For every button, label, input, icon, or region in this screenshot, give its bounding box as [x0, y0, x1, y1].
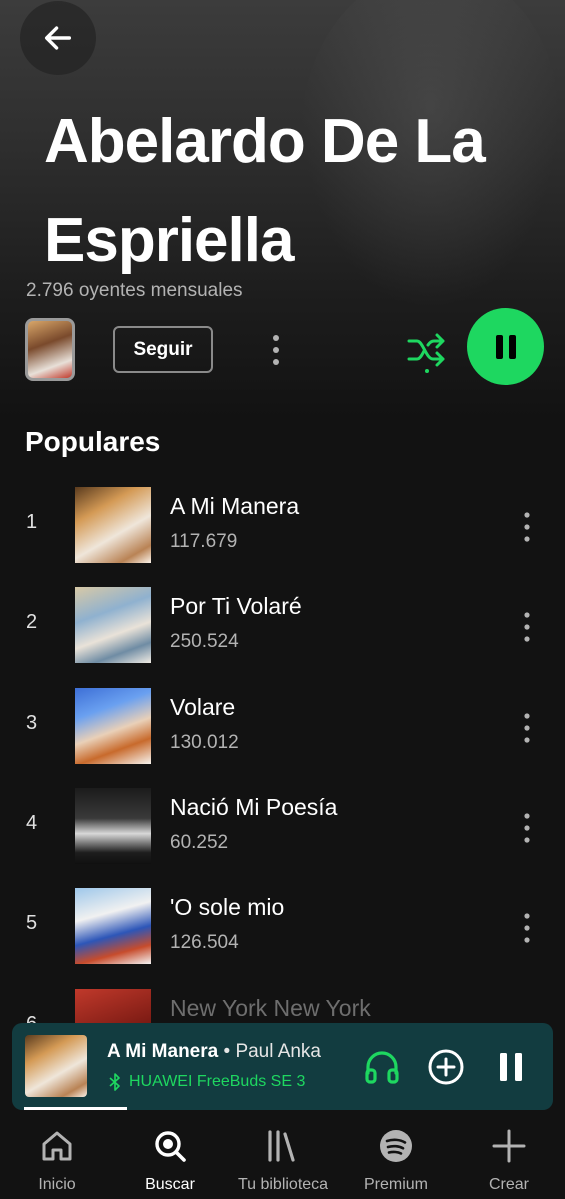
track-more-icon[interactable] [515, 507, 539, 547]
track-title: New York New York [170, 995, 371, 1021]
bluetooth-icon [109, 1073, 120, 1091]
tab-search-label: Buscar [145, 1176, 195, 1193]
track-plays: 250.524 [170, 631, 239, 652]
now-playing-title: A Mi Manera • Paul Anka [107, 1041, 321, 1063]
tab-premium[interactable]: Premium [341, 1120, 451, 1199]
now-playing-song: A Mi Manera [107, 1041, 219, 1062]
tab-create[interactable]: Crear [454, 1120, 564, 1199]
track-plays: 130.012 [170, 732, 239, 753]
album-cover [75, 888, 151, 964]
track-rank: 4 [26, 812, 38, 834]
track-plays: 126.504 [170, 932, 239, 953]
playback-progress-bar[interactable] [24, 1107, 128, 1110]
back-button[interactable] [20, 1, 96, 75]
track-row[interactable]: 3 Volare 130.012 [0, 688, 565, 768]
album-cover [75, 688, 151, 764]
popular-section-title: Populares [25, 426, 161, 457]
tab-home[interactable]: Inicio [2, 1120, 112, 1199]
track-title: 'O sole mio [170, 894, 285, 920]
mini-pause-icon[interactable] [492, 1048, 530, 1086]
search-icon [155, 1131, 186, 1162]
track-title: Por Ti Volaré [170, 593, 302, 619]
track-row[interactable]: 4 Nació Mi Poesía 60.252 [0, 788, 565, 868]
more-options-icon[interactable] [264, 330, 288, 370]
output-device[interactable]: HUAWEI FreeBuds SE 3 [109, 1073, 305, 1091]
artist-release-thumbnail[interactable] [25, 318, 75, 381]
headphones-icon[interactable] [362, 1047, 402, 1087]
tab-library-label: Tu biblioteca [237, 1176, 329, 1193]
tab-home-label: Inicio [38, 1176, 76, 1193]
bottom-navigation: Inicio Buscar Tu biblioteca Premium Crea… [0, 1120, 565, 1199]
now-playing-separator: • [218, 1041, 236, 1062]
track-rank: 5 [26, 912, 38, 934]
follow-button[interactable]: Seguir [113, 326, 213, 373]
track-row[interactable]: 2 Por Ti Volaré 250.524 [0, 587, 565, 667]
shuffle-icon[interactable] [404, 327, 450, 373]
track-more-icon[interactable] [515, 607, 539, 647]
track-title: A Mi Manera [170, 493, 300, 519]
tab-library[interactable]: Tu biblioteca [228, 1120, 338, 1199]
track-title: Volare [170, 694, 236, 720]
add-to-library-icon[interactable] [427, 1048, 465, 1086]
album-cover [75, 788, 151, 864]
track-plays: 60.252 [170, 832, 229, 853]
monthly-listeners: 2.796 oyentes mensuales [26, 280, 243, 301]
arrow-left-icon [44, 26, 72, 50]
tab-premium-label: Premium [363, 1176, 428, 1193]
now-playing-cover [25, 1035, 87, 1097]
home-icon [42, 1131, 72, 1161]
tab-create-label: Crear [488, 1176, 529, 1193]
library-icon [268, 1130, 295, 1162]
track-more-icon[interactable] [515, 808, 539, 848]
track-plays: 117.679 [170, 531, 238, 552]
track-rank: 3 [26, 712, 38, 734]
track-row[interactable]: 5 'O sole mio 126.504 [0, 888, 565, 968]
track-more-icon[interactable] [515, 708, 539, 748]
output-device-name: HUAWEI FreeBuds SE 3 [129, 1073, 306, 1090]
album-cover [75, 587, 151, 663]
track-title: Nació Mi Poesía [170, 794, 338, 820]
plus-icon [492, 1129, 526, 1163]
spotify-icon [380, 1130, 412, 1162]
pause-button[interactable] [467, 308, 544, 385]
track-row[interactable]: 1 A Mi Manera 117.679 [0, 487, 565, 567]
now-playing-artist: Paul Anka [235, 1041, 322, 1062]
tab-search[interactable]: Buscar [115, 1120, 225, 1199]
artist-name: Abelardo De La Espriella [44, 107, 486, 276]
mini-player[interactable]: A Mi Manera • Paul Anka HUAWEI FreeBuds … [12, 1023, 553, 1110]
album-cover [75, 487, 151, 563]
pause-icon [495, 334, 516, 359]
track-more-icon[interactable] [515, 908, 539, 948]
track-rank: 2 [26, 611, 38, 633]
track-rank: 1 [26, 511, 38, 533]
